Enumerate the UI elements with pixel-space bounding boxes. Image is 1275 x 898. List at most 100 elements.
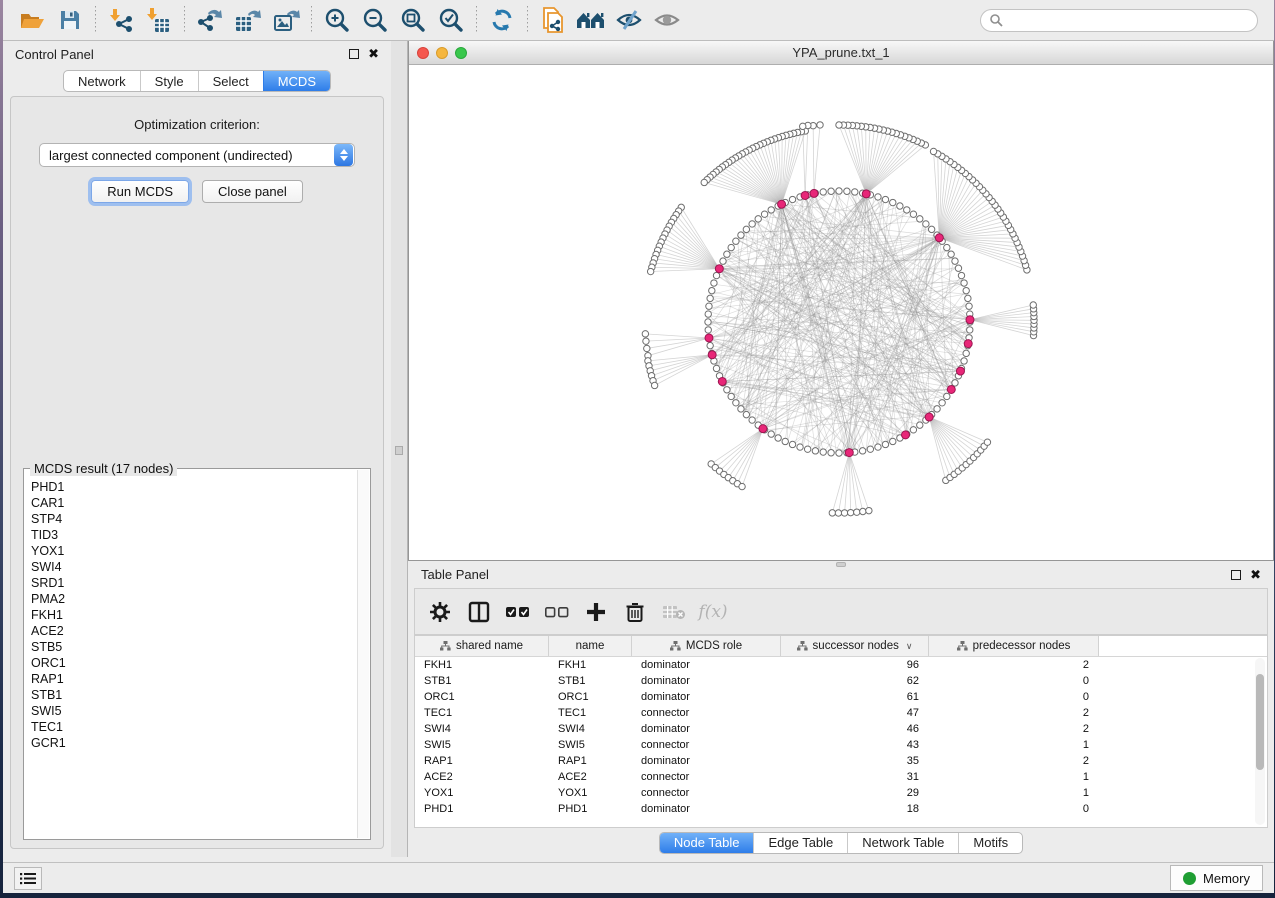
deselect-all-button[interactable]: [542, 597, 572, 627]
tab-style[interactable]: Style: [140, 71, 198, 91]
column-header-mcds_role[interactable]: MCDS role: [632, 636, 781, 656]
cell-name: PHD1: [549, 801, 632, 817]
table-row[interactable]: SWI4SWI4dominator462: [415, 721, 1267, 737]
table-row[interactable]: TEC1TEC1connector472: [415, 705, 1267, 721]
network-graph[interactable]: [409, 65, 1273, 559]
mcds-result-item[interactable]: TEC1: [25, 719, 357, 735]
mcds-result-item[interactable]: STB1: [25, 687, 357, 703]
mcds-result-item[interactable]: SRD1: [25, 575, 357, 591]
search-input[interactable]: [1008, 13, 1249, 27]
tab-node-table[interactable]: Node Table: [660, 833, 754, 853]
import-table-button[interactable]: [140, 4, 178, 36]
select-all-button[interactable]: [503, 597, 533, 627]
table-row[interactable]: RAP1RAP1dominator352: [415, 753, 1267, 769]
panel-splitter-vertical[interactable]: [391, 41, 408, 857]
cell-successor_nodes: 46: [781, 721, 929, 737]
zoom-in-button[interactable]: [318, 4, 356, 36]
refresh-layout-button[interactable]: [483, 4, 521, 36]
delete-table-button[interactable]: [659, 597, 689, 627]
tab-network-table[interactable]: Network Table: [847, 833, 958, 853]
tab-network[interactable]: Network: [64, 71, 140, 91]
column-label: name: [576, 640, 605, 652]
mcds-result-item[interactable]: ORC1: [25, 655, 357, 671]
column-header-shared_name[interactable]: shared name: [415, 636, 549, 656]
cell-shared_name: YOX1: [415, 785, 549, 801]
close-panel-button[interactable]: Close panel: [202, 180, 303, 203]
cell-mcds_role: dominator: [632, 721, 781, 737]
mcds-list-scrollbar[interactable]: [357, 470, 369, 838]
export-table-button[interactable]: [229, 4, 267, 36]
table-scrollbar[interactable]: [1255, 658, 1265, 825]
right-area: YPA_prune.txt_1 Table Panel ✖: [408, 41, 1274, 857]
mcds-result-item[interactable]: STB5: [25, 639, 357, 655]
mcds-result-group: MCDS result (17 nodes) PHD1CAR1STP4TID3Y…: [23, 468, 371, 840]
zoom-selected-button[interactable]: [432, 4, 470, 36]
mcds-result-item[interactable]: TID3: [25, 527, 357, 543]
export-network-button[interactable]: [191, 4, 229, 36]
float-panel-icon[interactable]: [349, 49, 359, 59]
close-window-icon[interactable]: [417, 47, 429, 59]
column-header-predecessor_nodes[interactable]: predecessor nodes: [929, 636, 1099, 656]
mcds-result-item[interactable]: CAR1: [25, 495, 357, 511]
close-panel-icon[interactable]: ✖: [368, 49, 379, 59]
toolbar-separator: [184, 6, 185, 34]
cell-successor_nodes: 61: [781, 689, 929, 705]
minimize-window-icon[interactable]: [436, 47, 448, 59]
mcds-result-item[interactable]: SWI4: [25, 559, 357, 575]
table-row[interactable]: FKH1FKH1dominator962: [415, 657, 1267, 673]
table-row[interactable]: PHD1PHD1dominator180: [415, 801, 1267, 817]
mcds-result-item[interactable]: PMA2: [25, 591, 357, 607]
table-row[interactable]: ACE2ACE2connector311: [415, 769, 1267, 785]
delete-column-button[interactable]: [620, 597, 650, 627]
zoom-out-button[interactable]: [356, 4, 394, 36]
copy-network-button[interactable]: [534, 4, 572, 36]
save-session-button[interactable]: [51, 4, 89, 36]
column-header-name[interactable]: name: [549, 636, 632, 656]
search-input-box[interactable]: [980, 9, 1258, 32]
mcds-result-item[interactable]: FKH1: [25, 607, 357, 623]
splitter-grip-icon[interactable]: [836, 562, 846, 567]
create-column-button[interactable]: [581, 597, 611, 627]
mcds-result-list[interactable]: PHD1CAR1STP4TID3YOX1SWI4SRD1PMA2FKH1ACE2…: [25, 470, 357, 838]
table-row[interactable]: YOX1YOX1connector291: [415, 785, 1267, 801]
mcds-result-item[interactable]: RAP1: [25, 671, 357, 687]
network-canvas[interactable]: [409, 65, 1273, 560]
first-neighbors-button[interactable]: [572, 4, 610, 36]
network-window-titlebar[interactable]: YPA_prune.txt_1: [409, 41, 1273, 65]
mcds-result-item[interactable]: STP4: [25, 511, 357, 527]
maximize-window-icon[interactable]: [455, 47, 467, 59]
cell-shared_name: PHD1: [415, 801, 549, 817]
memory-button[interactable]: Memory: [1170, 865, 1263, 891]
mcds-result-item[interactable]: ACE2: [25, 623, 357, 639]
tab-select[interactable]: Select: [198, 71, 263, 91]
run-mcds-button[interactable]: Run MCDS: [91, 180, 189, 203]
close-panel-icon[interactable]: ✖: [1250, 570, 1261, 580]
show-columns-button[interactable]: [464, 597, 494, 627]
tree-icon: [957, 641, 968, 651]
task-history-button[interactable]: [14, 867, 42, 890]
open-file-button[interactable]: [13, 4, 51, 36]
import-network-button[interactable]: [102, 4, 140, 36]
mcds-result-item[interactable]: PHD1: [25, 479, 357, 495]
table-row[interactable]: STB1STB1dominator620: [415, 673, 1267, 689]
show-all-button[interactable]: [648, 4, 686, 36]
zoom-fit-button[interactable]: [394, 4, 432, 36]
tab-motifs[interactable]: Motifs: [958, 833, 1022, 853]
table-row[interactable]: ORC1ORC1dominator610: [415, 689, 1267, 705]
float-panel-icon[interactable]: [1231, 570, 1241, 580]
hide-selected-button[interactable]: [610, 4, 648, 36]
unchecked-boxes-icon: [545, 605, 569, 619]
table-settings-button[interactable]: [425, 597, 455, 627]
mcds-result-item[interactable]: YOX1: [25, 543, 357, 559]
column-header-successor_nodes[interactable]: successor nodes∨: [781, 636, 929, 656]
function-builder-button[interactable]: f(x): [698, 597, 728, 627]
table-scrollbar-thumb[interactable]: [1256, 674, 1264, 770]
export-image-button[interactable]: [267, 4, 305, 36]
mcds-result-item[interactable]: SWI5: [25, 703, 357, 719]
criterion-select[interactable]: largest connected component (undirected): [39, 143, 355, 167]
tab-mcds[interactable]: MCDS: [263, 71, 330, 91]
mcds-result-item[interactable]: GCR1: [25, 735, 357, 751]
table-row[interactable]: SWI5SWI5connector431: [415, 737, 1267, 753]
cell-predecessor_nodes: 0: [929, 689, 1099, 705]
tab-edge-table[interactable]: Edge Table: [753, 833, 847, 853]
